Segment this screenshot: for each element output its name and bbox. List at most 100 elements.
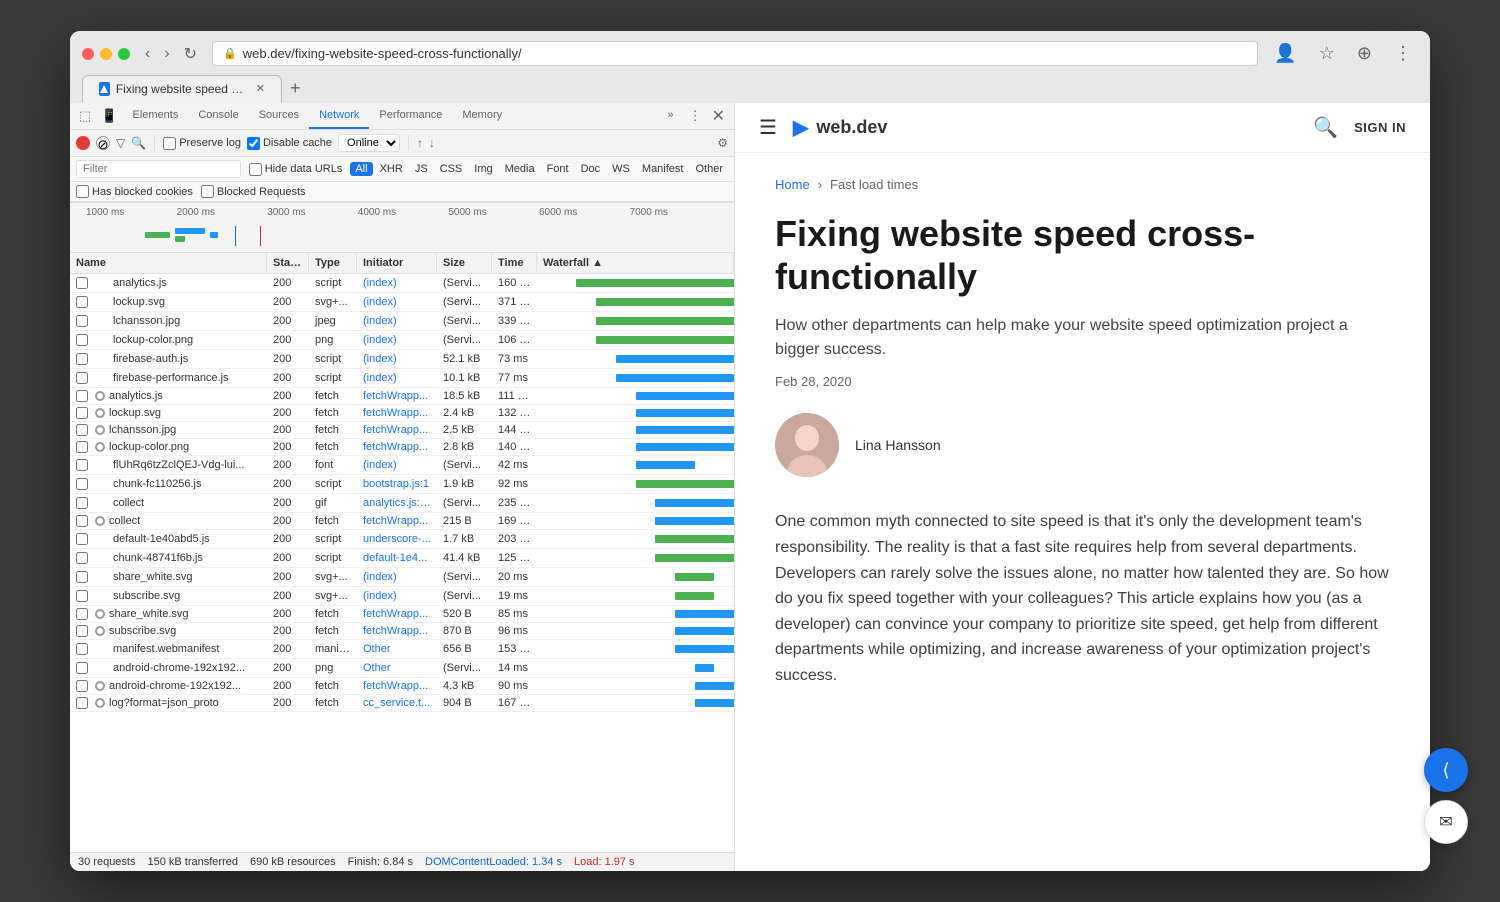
td-initiator[interactable]: (index) — [357, 351, 437, 367]
td-initiator[interactable]: (index) — [357, 588, 437, 604]
address-bar[interactable]: 🔒 web.dev/fixing-website-speed-cross-fun… — [212, 41, 1258, 66]
td-initiator[interactable]: (index) — [357, 275, 437, 291]
maximize-traffic-light[interactable] — [118, 48, 130, 60]
filter-all[interactable]: All — [350, 162, 372, 176]
td-initiator[interactable]: (index) — [357, 370, 437, 386]
table-row[interactable]: share_white.svg 200 svg+... (index) (Ser… — [70, 568, 734, 587]
blocked-requests-check[interactable]: Blocked Requests — [201, 185, 306, 198]
td-initiator[interactable]: (index) — [357, 332, 437, 348]
devtools-close-button[interactable]: ✕ — [707, 103, 730, 129]
table-row[interactable]: lockup-color.png 200 fetch fetchWrapp...… — [70, 439, 734, 456]
td-initiator[interactable]: analytics.js:36 — [357, 495, 437, 511]
table-row[interactable]: flUhRq6tzZclQEJ-Vdg-lui... 200 font (ind… — [70, 456, 734, 475]
filter-other[interactable]: Other — [690, 162, 728, 176]
table-row[interactable]: android-chrome-192x192... 200 png Other … — [70, 659, 734, 678]
share-button[interactable]: ⟨ — [1424, 748, 1468, 792]
row-checkbox[interactable] — [76, 571, 88, 583]
td-initiator[interactable]: (index) — [357, 457, 437, 473]
row-checkbox[interactable] — [76, 662, 88, 674]
td-initiator[interactable]: default-1e4... — [357, 550, 437, 566]
network-table[interactable]: Name Status Type Initiator Size Time Wat… — [70, 253, 734, 852]
th-name[interactable]: Name — [70, 253, 267, 273]
td-initiator[interactable]: Other — [357, 660, 437, 676]
td-initiator[interactable]: fetchWrapp... — [357, 606, 437, 622]
table-row[interactable]: firebase-performance.js 200 script (inde… — [70, 369, 734, 388]
hide-data-urls-checkbox[interactable]: Hide data URLs — [249, 163, 343, 176]
table-row[interactable]: subscribe.svg 200 fetch fetchWrapp... 87… — [70, 623, 734, 640]
td-initiator[interactable]: fetchWrapp... — [357, 439, 437, 455]
download-icon[interactable]: ↓ — [429, 136, 435, 150]
tab-sources[interactable]: Sources — [249, 103, 309, 129]
td-initiator[interactable]: cc_service.t... — [357, 695, 437, 711]
table-row[interactable]: lockup-color.png 200 png (index) (Servi.… — [70, 331, 734, 350]
table-row[interactable]: collect 200 fetch fetchWrapp... 215 B 16… — [70, 513, 734, 530]
td-initiator[interactable]: fetchWrapp... — [357, 405, 437, 421]
table-row[interactable]: analytics.js 200 script (index) (Servi..… — [70, 274, 734, 293]
th-initiator[interactable]: Initiator — [357, 253, 437, 273]
table-row[interactable]: android-chrome-192x192... 200 fetch fetc… — [70, 678, 734, 695]
td-initiator[interactable]: fetchWrapp... — [357, 623, 437, 639]
row-checkbox[interactable] — [76, 515, 88, 527]
th-type[interactable]: Type — [309, 253, 357, 273]
row-checkbox[interactable] — [76, 552, 88, 564]
more-menu-button[interactable]: ⋮ — [1388, 41, 1418, 66]
td-initiator[interactable]: (index) — [357, 569, 437, 585]
row-checkbox[interactable] — [76, 643, 88, 655]
row-checkbox[interactable] — [76, 590, 88, 602]
feedback-button[interactable]: ✉ — [1424, 800, 1468, 844]
table-row[interactable]: lockup.svg 200 fetch fetchWrapp... 2.4 k… — [70, 405, 734, 422]
table-row[interactable]: default-1e40abd5.js 200 script underscor… — [70, 530, 734, 549]
tab-elements[interactable]: Elements — [122, 103, 188, 129]
table-row[interactable]: manifest.webmanifest 200 manif... Other … — [70, 640, 734, 659]
tab-memory[interactable]: Memory — [452, 103, 512, 129]
device-toolbar-icon[interactable]: 📱 — [96, 105, 122, 127]
table-row[interactable]: log?format=json_proto 200 fetch cc_servi… — [70, 695, 734, 712]
stop-recording-button[interactable]: ⊘ — [96, 136, 110, 150]
filter-img[interactable]: Img — [469, 162, 497, 176]
row-checkbox[interactable] — [76, 459, 88, 471]
minimize-traffic-light[interactable] — [100, 48, 112, 60]
th-time[interactable]: Time — [492, 253, 537, 273]
disable-cache-checkbox[interactable]: Disable cache — [247, 137, 332, 150]
row-checkbox[interactable] — [76, 424, 88, 436]
preserve-log-checkbox[interactable]: Preserve log — [163, 137, 241, 150]
disable-cache-input[interactable] — [247, 137, 260, 150]
bookmark-icon[interactable]: ☆ — [1313, 41, 1341, 66]
devtools-more-icon[interactable]: ⋮ — [684, 105, 707, 127]
row-checkbox[interactable] — [76, 608, 88, 620]
td-initiator[interactable]: fetchWrapp... — [357, 678, 437, 694]
record-button[interactable] — [76, 136, 90, 150]
row-checkbox[interactable] — [76, 625, 88, 637]
tab-more[interactable]: » — [657, 103, 683, 129]
row-checkbox[interactable] — [76, 441, 88, 453]
has-blocked-cookies-check[interactable]: Has blocked cookies — [76, 185, 193, 198]
td-initiator[interactable]: (index) — [357, 294, 437, 310]
row-checkbox[interactable] — [76, 497, 88, 509]
row-checkbox[interactable] — [76, 315, 88, 327]
user-icon[interactable]: 👤 — [1268, 41, 1302, 66]
filter-input[interactable] — [76, 160, 241, 178]
td-initiator[interactable]: underscore-... — [357, 531, 437, 547]
row-checkbox[interactable] — [76, 353, 88, 365]
filter-css[interactable]: CSS — [435, 162, 468, 176]
settings-icon[interactable]: ⚙ — [717, 136, 728, 150]
extensions-icon[interactable]: ⊕ — [1351, 41, 1378, 66]
td-initiator[interactable]: fetchWrapp... — [357, 513, 437, 529]
tab-close-button[interactable]: ✕ — [256, 82, 265, 95]
th-status[interactable]: Status — [267, 253, 309, 273]
webdev-logo[interactable]: ▶ web.dev — [793, 115, 887, 140]
blocked-requests-input[interactable] — [201, 185, 214, 198]
tab-performance[interactable]: Performance — [369, 103, 452, 129]
search-button[interactable]: 🔍 — [1313, 115, 1338, 140]
table-row[interactable]: share_white.svg 200 fetch fetchWrapp... … — [70, 606, 734, 623]
th-size[interactable]: Size — [437, 253, 492, 273]
has-blocked-cookies-input[interactable] — [76, 185, 89, 198]
row-checkbox[interactable] — [76, 334, 88, 346]
search-icon[interactable]: 🔍 — [131, 136, 146, 150]
td-initiator[interactable]: fetchWrapp... — [357, 388, 437, 404]
row-checkbox[interactable] — [76, 390, 88, 402]
row-checkbox[interactable] — [76, 478, 88, 490]
row-checkbox[interactable] — [76, 296, 88, 308]
filter-js[interactable]: JS — [410, 162, 433, 176]
row-checkbox[interactable] — [76, 697, 88, 709]
